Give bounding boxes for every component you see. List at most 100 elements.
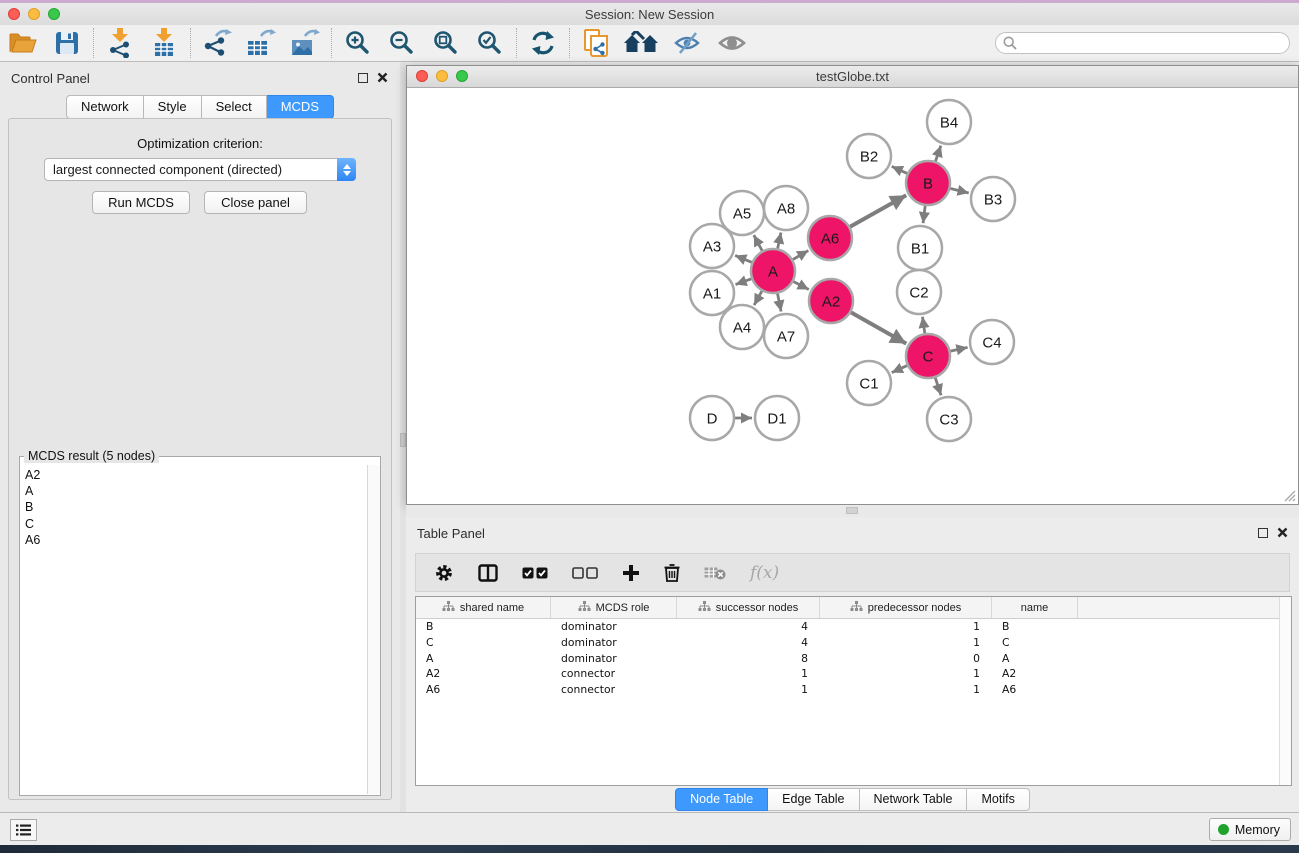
cell-MCDS-role[interactable]: connector <box>551 666 677 682</box>
graph-node-A3[interactable]: A3 <box>690 224 734 268</box>
cell-shared-name[interactable]: A <box>416 651 551 667</box>
cell-MCDS-role[interactable]: dominator <box>551 619 677 635</box>
graph-edge-A-A7[interactable] <box>778 294 782 312</box>
graph-node-B2[interactable]: B2 <box>847 134 891 178</box>
tab-motifs[interactable]: Motifs <box>967 788 1029 811</box>
show-column-icon[interactable] <box>478 564 498 582</box>
table-row[interactable]: Adominator80A <box>416 651 1291 667</box>
graph-edge-C-C4[interactable] <box>950 347 967 351</box>
horizontal-split-divider[interactable] <box>406 505 1299 517</box>
table-row[interactable]: Bdominator41B <box>416 619 1291 635</box>
graph-node-D[interactable]: D <box>690 396 734 440</box>
task-history-button[interactable] <box>10 819 37 841</box>
graph-node-B[interactable]: B <box>906 161 950 205</box>
graph-node-A2[interactable]: A2 <box>809 279 853 323</box>
graph-edge-A6-B[interactable] <box>850 195 906 227</box>
cell-name[interactable]: A2 <box>992 666 1078 682</box>
delete-table-icon[interactable] <box>704 566 726 580</box>
graph-node-C4[interactable]: C4 <box>970 320 1014 364</box>
divider-grip[interactable] <box>846 507 858 514</box>
cell-predecessor-nodes[interactable]: 1 <box>820 619 992 635</box>
optimization-criterion-select[interactable]: largest connected component (directed) <box>44 158 356 181</box>
tab-mcds[interactable]: MCDS <box>267 95 334 119</box>
cell-successor-nodes[interactable]: 8 <box>677 651 820 667</box>
cell-name[interactable]: A <box>992 651 1078 667</box>
graph-edge-C-C1[interactable] <box>892 366 907 373</box>
tab-network[interactable]: Network <box>66 95 144 119</box>
graph-node-C2[interactable]: C2 <box>897 270 941 314</box>
cell-name[interactable]: C <box>992 635 1078 651</box>
close-panel-icon[interactable] <box>1277 527 1288 538</box>
graph-edge-B-B2[interactable] <box>892 166 907 173</box>
run-mcds-button[interactable]: Run MCDS <box>92 191 190 214</box>
cell-successor-nodes[interactable]: 4 <box>677 619 820 635</box>
column-header-name[interactable]: name <box>992 597 1078 618</box>
hide-selected-icon[interactable] <box>669 27 707 59</box>
cell-predecessor-nodes[interactable]: 1 <box>820 682 992 698</box>
mcds-result-item[interactable]: A <box>25 483 366 499</box>
graph-node-B4[interactable]: B4 <box>927 100 971 144</box>
mcds-result-item[interactable]: A2 <box>25 467 366 483</box>
save-session-icon[interactable] <box>48 27 86 59</box>
graph-edge-A-A4[interactable] <box>754 291 762 305</box>
float-panel-icon[interactable] <box>1258 528 1268 538</box>
graph-node-A6[interactable]: A6 <box>808 216 852 260</box>
column-header-successor-nodes[interactable]: successor nodes <box>677 597 820 618</box>
graph-edge-A2-C[interactable] <box>851 312 906 343</box>
graph-node-A4[interactable]: A4 <box>720 305 764 349</box>
tab-node-table[interactable]: Node Table <box>675 788 768 811</box>
table-settings-icon[interactable] <box>434 563 454 583</box>
cell-MCDS-role[interactable]: connector <box>551 682 677 698</box>
cell-name[interactable]: B <box>992 619 1078 635</box>
refresh-icon[interactable] <box>524 27 562 59</box>
graph-node-A7[interactable]: A7 <box>764 314 808 358</box>
graph-node-B1[interactable]: B1 <box>898 226 942 270</box>
zoom-fit-icon[interactable] <box>427 27 465 59</box>
tab-network-table[interactable]: Network Table <box>860 788 968 811</box>
table-row[interactable]: Cdominator41C <box>416 635 1291 651</box>
mcds-result-item[interactable]: B <box>25 499 366 515</box>
export-network-icon[interactable] <box>198 27 236 59</box>
graph-node-C[interactable]: C <box>906 334 950 378</box>
import-network-icon[interactable] <box>101 27 139 59</box>
float-panel-icon[interactable] <box>358 73 368 83</box>
column-header-shared-name[interactable]: shared name <box>416 597 551 618</box>
mcds-result-item[interactable]: A6 <box>25 532 366 548</box>
mcds-result-item[interactable]: C <box>25 516 366 532</box>
graph-edge-C-C3[interactable] <box>935 378 941 395</box>
column-header-predecessor-nodes[interactable]: predecessor nodes <box>820 597 992 618</box>
graph-node-D1[interactable]: D1 <box>755 396 799 440</box>
export-table-icon[interactable] <box>242 27 280 59</box>
cell-successor-nodes[interactable]: 1 <box>677 682 820 698</box>
close-panel-button[interactable]: Close panel <box>204 191 307 214</box>
cell-shared-name[interactable]: B <box>416 619 551 635</box>
mcds-result-list[interactable]: A2ABCA6 <box>21 465 366 794</box>
create-column-icon[interactable] <box>622 564 640 582</box>
search-input[interactable] <box>995 32 1290 54</box>
graph-edge-A-A2[interactable] <box>793 282 808 290</box>
tab-edge-table[interactable]: Edge Table <box>768 788 859 811</box>
tab-select[interactable]: Select <box>202 95 267 119</box>
graph-edge-B-B1[interactable] <box>923 206 925 223</box>
show-all-icon[interactable] <box>713 27 751 59</box>
memory-button[interactable]: Memory <box>1209 818 1291 841</box>
cell-shared-name[interactable]: A2 <box>416 666 551 682</box>
deselect-all-icon[interactable] <box>572 567 598 579</box>
cell-successor-nodes[interactable]: 1 <box>677 666 820 682</box>
graph-edge-B-B4[interactable] <box>935 146 940 162</box>
cell-MCDS-role[interactable]: dominator <box>551 651 677 667</box>
first-neighbors-icon[interactable] <box>621 27 663 59</box>
cell-shared-name[interactable]: C <box>416 635 551 651</box>
clone-network-icon[interactable] <box>577 27 615 59</box>
graph-edge-A-A5[interactable] <box>754 235 762 251</box>
delete-column-icon[interactable] <box>664 563 680 582</box>
graph-edge-B-B3[interactable] <box>950 188 968 193</box>
function-builder-icon[interactable]: f(x) <box>750 563 779 583</box>
zoom-selected-icon[interactable] <box>471 27 509 59</box>
network-window-titlebar[interactable]: testGlobe.txt <box>407 66 1298 88</box>
table-row[interactable]: A2connector11A2 <box>416 666 1291 682</box>
column-header-MCDS-role[interactable]: MCDS role <box>551 597 677 618</box>
graph-node-A8[interactable]: A8 <box>764 186 808 230</box>
select-all-icon[interactable] <box>522 567 548 579</box>
open-session-icon[interactable] <box>4 27 42 59</box>
